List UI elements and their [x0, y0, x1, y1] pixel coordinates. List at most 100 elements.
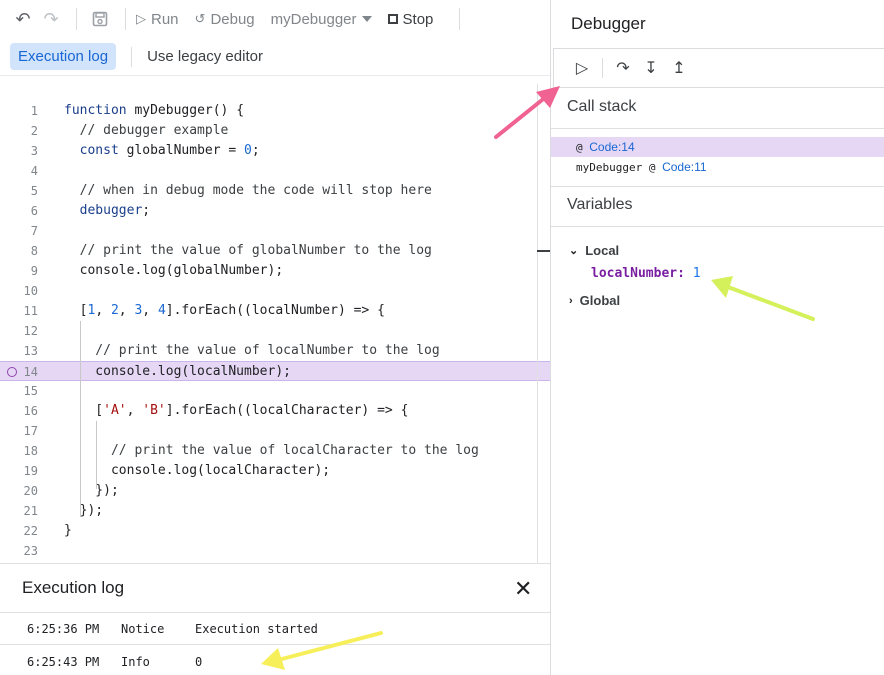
code-text: debugger;	[79, 203, 151, 218]
play-icon: ▷	[136, 11, 146, 26]
code-line[interactable]: 16 ['A', 'B'].forEach((localCharacter) =…	[0, 401, 551, 421]
call-stack-title: Call stack	[567, 98, 637, 115]
execution-log-button[interactable]: Execution log	[10, 43, 117, 70]
code-line[interactable]: 20 });	[0, 481, 551, 501]
line-number: 21	[23, 504, 38, 518]
code-line[interactable]: 3 const globalNumber = 0;	[0, 141, 551, 161]
frame-link[interactable]: Code:14	[589, 140, 634, 154]
redo-icon[interactable]: ↷	[38, 6, 64, 32]
line-number: 12	[23, 324, 38, 338]
code-text: // print the value of globalNumber to th…	[64, 243, 432, 258]
code-line[interactable]: 22}	[0, 521, 551, 541]
stop-button[interactable]: Stop	[387, 11, 433, 28]
code-line[interactable]: 19 console.log(localCharacter);	[0, 461, 551, 481]
toolbar-divider	[459, 8, 461, 30]
code-line[interactable]: 2 // debugger example	[0, 121, 551, 141]
code-text: // when in debug mode the code will stop…	[64, 183, 432, 198]
code-text: // print the value of localNumber to the…	[64, 343, 440, 358]
resume-icon[interactable]: ▷​	[568, 58, 596, 78]
function-select[interactable]: myDebugger	[271, 11, 372, 28]
undo-icon[interactable]: ↶	[10, 6, 36, 32]
step-over-icon[interactable]: ↷	[609, 58, 637, 78]
call-stack-frame[interactable]: myDebugger @ Code:11	[551, 157, 884, 177]
code-line[interactable]: 23	[0, 541, 551, 561]
log-title: Execution log	[22, 578, 125, 597]
debug-icon: ↺	[194, 11, 206, 26]
step-out-icon[interactable]: ↥	[665, 58, 693, 78]
code-text: console.log(localNumber);	[64, 364, 291, 379]
line-number: 23	[23, 544, 38, 558]
code-line[interactable]: 15	[0, 381, 551, 401]
line-number: 9	[30, 264, 38, 278]
scope-global-label: Global	[579, 293, 621, 308]
stop-icon	[387, 14, 398, 24]
line-number: 7	[30, 224, 38, 238]
code-text: }	[64, 523, 72, 538]
subbar-divider	[131, 46, 133, 67]
code-line[interactable]: 11 [1, 2, 3, 4].forEach((localNumber) =>…	[0, 301, 551, 321]
save-icon[interactable]	[87, 6, 113, 32]
scrollbar-marker[interactable]	[537, 250, 551, 252]
code-text: ['A', 'B'].forEach((localCharacter) => {	[64, 403, 409, 418]
function-select-value: myDebugger	[270, 10, 357, 28]
code-text: });	[64, 503, 104, 518]
chevron-down-icon: ⌄	[569, 245, 579, 257]
toolbar-divider	[76, 8, 77, 30]
code-line[interactable]: 10	[0, 281, 551, 301]
code-line[interactable]: 21 });	[0, 501, 551, 521]
log-time: 6:25:36 PM	[27, 622, 100, 636]
code-line[interactable]: 14 console.log(localNumber);	[0, 361, 551, 381]
variable-row[interactable]: localNumber: 1	[591, 266, 701, 281]
scope-local[interactable]: ⌄ Local	[569, 243, 619, 258]
log-severity: Notice	[121, 622, 165, 636]
log-message: 0	[195, 655, 203, 669]
close-icon[interactable]: ✕	[514, 576, 532, 602]
code-text: console.log(localCharacter);	[64, 463, 331, 478]
run-button[interactable]: ▷ Run	[136, 11, 179, 28]
code-line[interactable]: 9 console.log(globalNumber);	[0, 261, 551, 281]
log-message: Execution started	[195, 622, 318, 636]
code-text: console.log(globalNumber);	[64, 263, 284, 278]
code-text: [1, 2, 3, 4].forEach((localNumber) => {	[64, 303, 385, 318]
code-text: const globalNumber = 0;	[79, 143, 260, 158]
code-line[interactable]: 6 debugger;	[0, 201, 551, 221]
section-divider	[551, 226, 884, 227]
code-line[interactable]: 7	[0, 221, 551, 241]
frame-link[interactable]: Code:11	[662, 160, 706, 174]
code-line[interactable]: 18 // print the value of localCharacter …	[0, 441, 551, 461]
frame-prefix: @	[576, 141, 590, 154]
line-number: 5	[30, 184, 38, 198]
indent-guide	[96, 421, 97, 489]
step-into-icon[interactable]: ↧	[637, 58, 665, 78]
code-line[interactable]: 13 // print the value of localNumber to …	[0, 341, 551, 361]
code-line[interactable]: 8 // print the value of globalNumber to …	[0, 241, 551, 261]
log-row: 6:25:43 PM Info 0	[0, 646, 551, 675]
code-text: // print the value of localCharacter to …	[64, 443, 479, 458]
code-line[interactable]: 12	[0, 321, 551, 341]
code-text: function myDebugger() {	[64, 103, 245, 118]
line-number: 6	[30, 204, 38, 218]
code-line[interactable]: 5 // when in debug mode the code will st…	[0, 181, 551, 201]
call-stack-frame[interactable]: @ Code:14	[551, 137, 884, 157]
editor-scrollbar[interactable]	[537, 84, 538, 564]
indent-guide	[80, 321, 81, 517]
code-editor[interactable]: 1 function myDebugger() { 2 // debugger ex…	[0, 77, 551, 563]
code-line[interactable]: 1 function myDebugger() {	[0, 101, 551, 121]
line-number: 13	[23, 344, 38, 358]
chevron-right-icon: ›	[569, 294, 573, 307]
line-number: 1	[30, 104, 38, 118]
variable-name: localNumber:	[591, 266, 685, 281]
line-number: 18	[23, 444, 38, 458]
code-line[interactable]: 17	[0, 421, 551, 441]
scope-global[interactable]: › Global	[569, 293, 620, 308]
debug-button[interactable]: ↺ Debug	[195, 11, 255, 28]
log-severity: Info	[121, 655, 150, 669]
legacy-editor-button[interactable]: Use legacy editor	[147, 48, 263, 65]
line-number: 22	[23, 524, 38, 538]
code-line[interactable]: 4	[0, 161, 551, 181]
line-number: 2	[30, 124, 38, 138]
line-number: 8	[30, 244, 38, 258]
code-text: // debugger example	[64, 123, 229, 138]
frame-prefix: myDebugger @	[576, 161, 663, 174]
line-number: 11	[23, 304, 38, 318]
